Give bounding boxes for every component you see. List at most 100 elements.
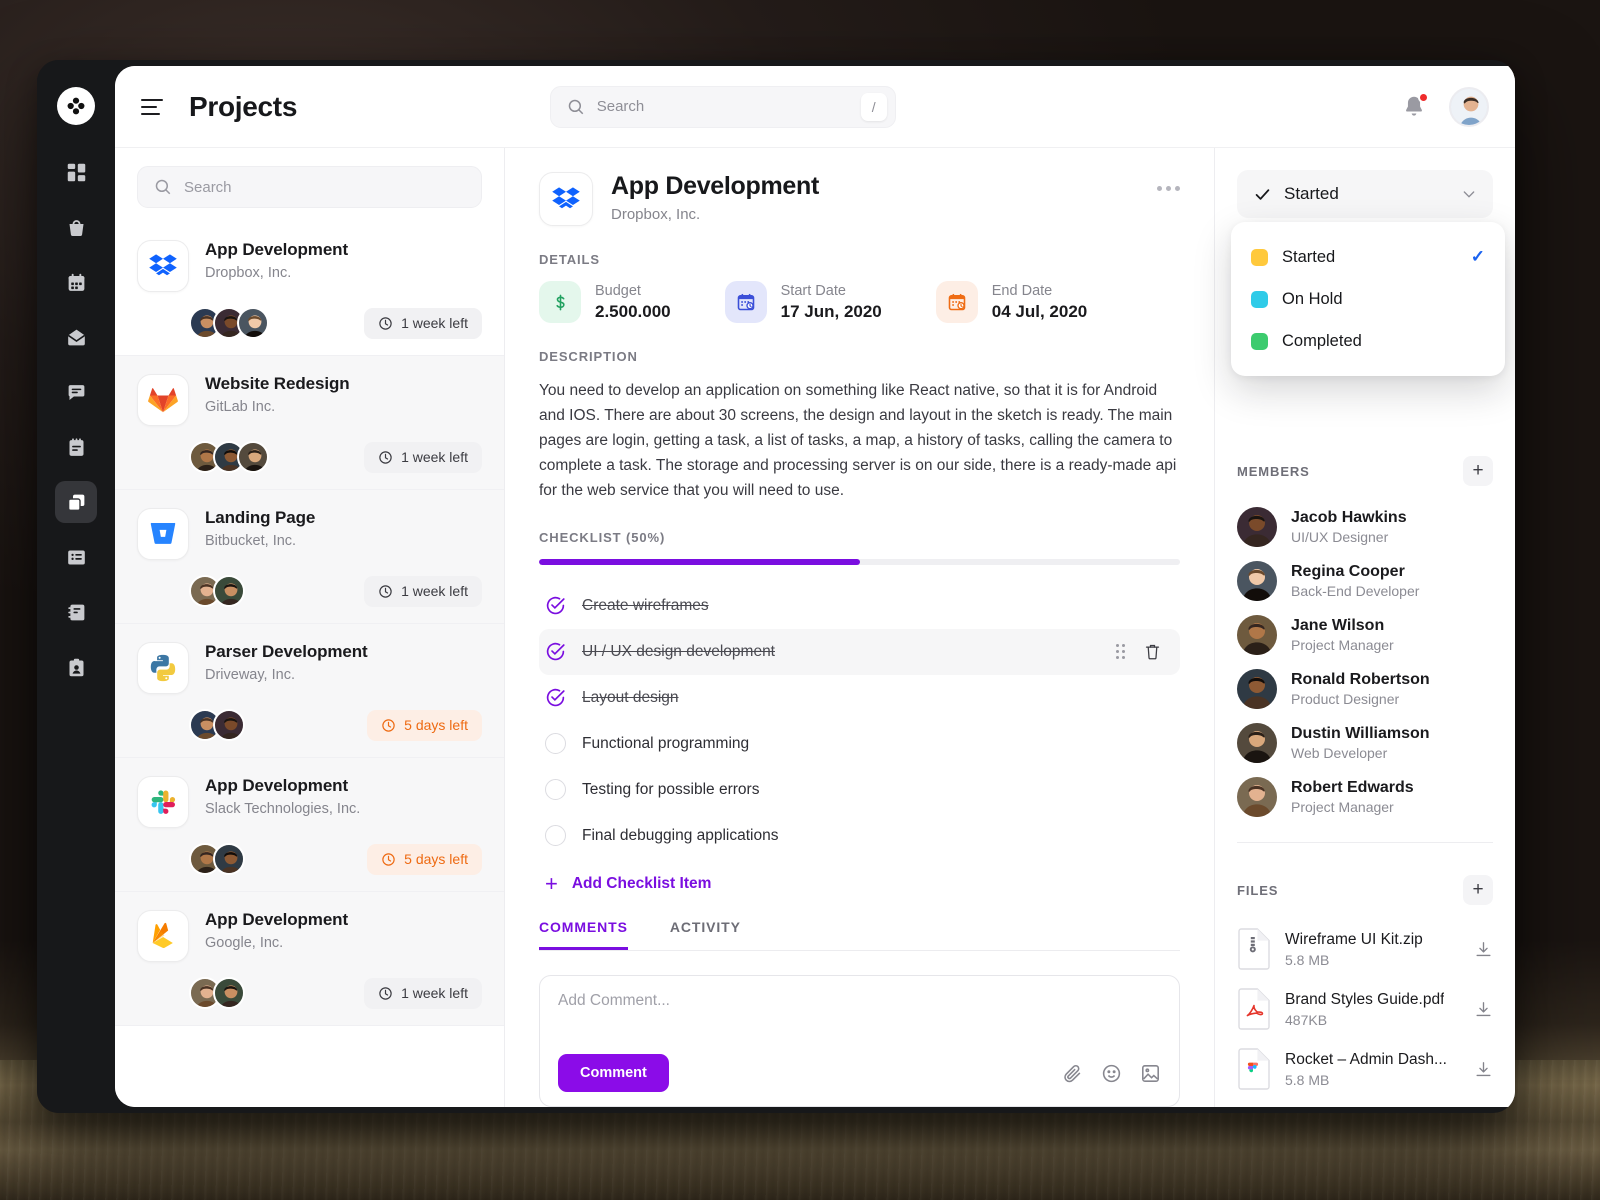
due-chip: 1 week left bbox=[364, 977, 482, 1009]
checkbox-checked-icon[interactable] bbox=[545, 687, 566, 708]
due-chip: 1 week left bbox=[364, 307, 482, 339]
member-list-item[interactable]: Jacob Hawkins UI/UX Designer bbox=[1237, 500, 1493, 554]
member-name: Jane Wilson bbox=[1291, 617, 1385, 634]
project-list-item[interactable]: Parser Development Driveway, Inc. 5 days l… bbox=[115, 624, 504, 758]
image-icon[interactable] bbox=[1140, 1063, 1161, 1084]
member-list-item[interactable]: Jane Wilson Project Manager bbox=[1237, 608, 1493, 662]
sidebar-item-calendar[interactable] bbox=[55, 261, 97, 303]
app-logo[interactable] bbox=[57, 87, 95, 125]
add-checklist-item-button[interactable]: + Add Checklist Item bbox=[545, 872, 1180, 895]
sidebar-item-id-card[interactable] bbox=[55, 646, 97, 688]
avatar-stack bbox=[189, 575, 245, 607]
checklist-item-label: Layout design bbox=[582, 688, 679, 706]
checklist: Create wireframes UI / UX design developm… bbox=[539, 583, 1180, 859]
sidebar-item-projects[interactable] bbox=[55, 481, 97, 523]
more-options-icon[interactable] bbox=[1157, 172, 1180, 191]
file-list-item[interactable]: Wireframe UI Kit.zip 5.8 MB bbox=[1237, 919, 1493, 979]
member-text: Jane Wilson Project Manager bbox=[1291, 617, 1394, 653]
members-label: MEMBERS bbox=[1237, 463, 1310, 479]
project-item-footer: 1 week left bbox=[137, 307, 482, 339]
file-list-item[interactable]: Brand Styles Guide.pdf 487KB bbox=[1237, 979, 1493, 1039]
checklist-item[interactable]: Functional programming bbox=[539, 721, 1180, 767]
avatar bbox=[1237, 669, 1277, 709]
detail-start-text: Start Date 17 Jun, 2020 bbox=[781, 283, 882, 322]
members-header: MEMBERS + bbox=[1237, 456, 1493, 486]
checkbox-checked-icon[interactable] bbox=[545, 641, 566, 662]
global-search[interactable]: / bbox=[549, 85, 896, 128]
drag-handle-icon[interactable] bbox=[1116, 644, 1125, 660]
comment-box[interactable]: Add Comment... Comment bbox=[539, 975, 1180, 1107]
sidebar-item-notes[interactable] bbox=[55, 426, 97, 468]
tab-activity[interactable]: ACTIVITY bbox=[670, 919, 741, 950]
detail-start-label: Start Date bbox=[780, 282, 846, 299]
checkbox-checked-icon[interactable] bbox=[545, 595, 566, 616]
checklist-item[interactable]: Testing for possible errors bbox=[539, 767, 1180, 813]
sidebar-item-chat[interactable] bbox=[55, 371, 97, 413]
checklist-item[interactable]: Layout design bbox=[539, 675, 1180, 721]
sidebar-item-list[interactable] bbox=[55, 536, 97, 578]
download-icon[interactable] bbox=[1474, 1000, 1493, 1019]
project-list-item[interactable]: App Development Slack Technologies, Inc. 5… bbox=[115, 758, 504, 892]
hamburger-icon[interactable] bbox=[141, 94, 167, 120]
add-member-button[interactable]: + bbox=[1463, 456, 1493, 486]
due-chip: 5 days left bbox=[367, 709, 482, 741]
status-dropdown-menu[interactable]: Started ✓ On Hold Completed bbox=[1231, 222, 1505, 376]
file-list-item[interactable]: Rocket – Admin Dash... 5.8 MB bbox=[1237, 1039, 1493, 1099]
tab-comments[interactable]: COMMENTS bbox=[539, 919, 628, 950]
checklist-progress-bar bbox=[539, 558, 1180, 565]
status-option-label: On Hold bbox=[1282, 289, 1343, 308]
project-search-input[interactable] bbox=[184, 178, 465, 196]
project-list-item[interactable]: App Development Dropbox, Inc. 1 week left bbox=[115, 222, 504, 356]
status-selected-label: Started bbox=[1284, 184, 1339, 203]
checkbox-icon[interactable] bbox=[545, 825, 566, 847]
project-list-panel: App DevelopmentDropbox, Inc.1 week leftW… bbox=[115, 148, 505, 1107]
avatar-stack bbox=[189, 977, 245, 1009]
delete-icon[interactable] bbox=[1143, 642, 1162, 661]
status-option[interactable]: Completed bbox=[1231, 320, 1505, 362]
status-dropdown-button[interactable]: Started bbox=[1237, 170, 1493, 218]
member-list-item[interactable]: Dustin Williamson Web Developer bbox=[1237, 716, 1493, 770]
checklist-item[interactable]: Final debugging applications bbox=[539, 813, 1180, 859]
sidebar-item-dashboard[interactable] bbox=[55, 151, 97, 193]
emoji-icon[interactable] bbox=[1101, 1063, 1122, 1084]
avatar[interactable] bbox=[1448, 86, 1489, 127]
status-option[interactable]: On Hold bbox=[1231, 278, 1505, 320]
member-name: Robert Edwards bbox=[1291, 779, 1414, 796]
checklist-item[interactable]: Create wireframes bbox=[539, 583, 1180, 629]
checklist-item[interactable]: UI / UX design development bbox=[539, 628, 1180, 675]
member-name: Regina Cooper bbox=[1291, 563, 1405, 580]
search-input[interactable] bbox=[596, 98, 861, 115]
project-list-item[interactable]: Website Redesign GitLab Inc. 1 week left bbox=[115, 356, 504, 490]
status-color-swatch bbox=[1251, 248, 1268, 266]
sidebar-item-contacts-book[interactable] bbox=[55, 591, 97, 633]
download-icon[interactable] bbox=[1474, 940, 1493, 959]
project-list-item[interactable]: Landing Page Bitbucket, Inc. 1 week left bbox=[115, 490, 504, 624]
comment-placeholder[interactable]: Add Comment... bbox=[558, 992, 1161, 1010]
member-list-item[interactable]: Regina Cooper Back-End Developer bbox=[1237, 554, 1493, 608]
notification-badge bbox=[1417, 91, 1429, 103]
member-list-item[interactable]: Ronald Robertson Product Designer bbox=[1237, 662, 1493, 716]
member-list-item[interactable]: Robert Edwards Project Manager bbox=[1237, 770, 1493, 824]
file-size: 5.8 MB bbox=[1285, 951, 1330, 968]
checkbox-icon[interactable] bbox=[545, 733, 566, 755]
download-icon[interactable] bbox=[1474, 1060, 1493, 1079]
attachment-icon[interactable] bbox=[1062, 1063, 1083, 1084]
project-search[interactable] bbox=[137, 166, 482, 208]
bell-icon[interactable] bbox=[1401, 91, 1429, 120]
project-list-item[interactable]: App Development Google, Inc. 1 week left bbox=[115, 892, 504, 1026]
files-label: FILES bbox=[1237, 882, 1279, 898]
content-columns: App DevelopmentDropbox, Inc.1 week leftW… bbox=[115, 148, 1515, 1107]
checkbox-icon[interactable] bbox=[545, 779, 566, 801]
detail-titles: App Development Dropbox, Inc. bbox=[611, 172, 819, 223]
status-option[interactable]: Started ✓ bbox=[1231, 236, 1505, 278]
chevron-down-icon[interactable] bbox=[1461, 186, 1477, 202]
detail-tabs: COMMENTS ACTIVITY bbox=[539, 919, 1180, 951]
due-label: 1 week left bbox=[401, 315, 468, 331]
avatar bbox=[213, 843, 245, 875]
add-file-button[interactable]: + bbox=[1463, 875, 1493, 905]
sidebar-item-mail[interactable] bbox=[55, 316, 97, 358]
comment-submit-button[interactable]: Comment bbox=[558, 1054, 669, 1092]
project-item-text: App Development Google, Inc. bbox=[205, 910, 348, 951]
sidebar-item-bag[interactable] bbox=[55, 206, 97, 248]
project-item-text: App Development Slack Technologies, Inc. bbox=[205, 776, 360, 817]
